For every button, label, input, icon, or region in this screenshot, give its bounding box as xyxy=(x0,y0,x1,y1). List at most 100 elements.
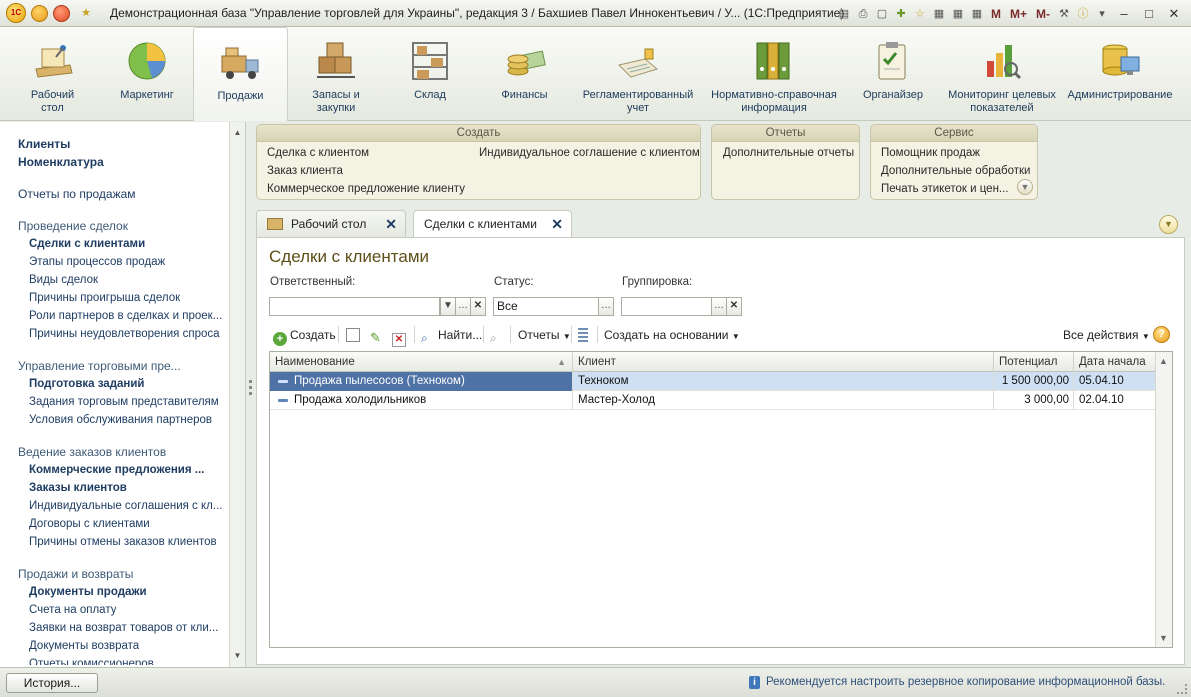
chevron-down-icon[interactable]: ▼ xyxy=(1017,179,1033,195)
create-based-dropdown[interactable]: Создать на основании ▼ xyxy=(604,326,740,344)
nav-item[interactable]: Причины проигрыша сделок xyxy=(29,290,180,306)
section-warehouse[interactable]: Склад xyxy=(384,27,476,121)
section-stock[interactable]: Запасы и закупки xyxy=(288,27,384,121)
nav-item-deals[interactable]: Сделки с клиентами xyxy=(29,236,145,252)
section-administration[interactable]: Администрирование xyxy=(1063,27,1177,121)
column-name-header[interactable]: Наименование ▲ xyxy=(270,352,573,372)
column-date-header[interactable]: Дата начала xyxy=(1074,352,1156,372)
main-menu-button[interactable] xyxy=(31,4,48,22)
nav-item[interactable]: Причины отмены заказов клиентов xyxy=(29,534,217,550)
section-sales[interactable]: Продажи xyxy=(193,27,288,121)
close-all-button[interactable] xyxy=(53,4,70,22)
list-settings-button[interactable] xyxy=(578,326,591,344)
select-button[interactable]: … xyxy=(711,297,727,316)
edit-button[interactable]: ✎ xyxy=(370,326,387,345)
all-actions-dropdown[interactable]: Все действия ▼ xyxy=(1063,326,1150,344)
section-monitoring[interactable]: Мониторинг целевых показателей xyxy=(941,27,1063,121)
cancel-search-button[interactable]: ⌕ xyxy=(490,326,507,345)
print-labels-link[interactable]: Печать этикеток и цен... xyxy=(881,183,1009,195)
add-favorite-icon[interactable]: ✚ xyxy=(893,6,909,22)
close-icon[interactable]: ✕ xyxy=(385,211,397,238)
create-offer-link[interactable]: Коммерческое предложение клиенту xyxy=(267,183,465,195)
clear-icon[interactable]: ✕ xyxy=(726,297,742,316)
reports-dropdown[interactable]: Отчеты ▼ xyxy=(518,326,571,344)
app-logo-icon[interactable]: 1С xyxy=(6,3,26,23)
create-button[interactable]: + Создать xyxy=(273,326,336,346)
help-icon[interactable]: ? xyxy=(1153,326,1170,343)
section-accounting[interactable]: Регламентированный учет xyxy=(573,27,703,121)
dropdown-arrow-icon[interactable]: ▼ xyxy=(440,297,456,316)
calendar-icon[interactable]: ▦ xyxy=(950,6,966,22)
section-finance[interactable]: Финансы xyxy=(476,27,573,121)
close-window-button[interactable]: ✕ xyxy=(1163,5,1185,23)
close-icon[interactable]: ✕ xyxy=(551,211,563,238)
favorites-icon[interactable]: ☆ xyxy=(912,6,928,22)
nav-item[interactable]: Документы продажи xyxy=(29,584,147,600)
calculator-icon[interactable]: ▦ xyxy=(969,6,985,22)
delete-button[interactable]: ✕ xyxy=(392,326,409,347)
column-client-header[interactable]: Клиент xyxy=(573,352,994,372)
responsible-field[interactable] xyxy=(269,297,440,316)
section-organizer[interactable]: Органайзер xyxy=(845,27,941,121)
nav-item[interactable]: Роли партнеров в сделках и проек... xyxy=(29,308,222,324)
nav-item[interactable]: Счета на оплату xyxy=(29,602,116,618)
preview-icon[interactable]: ▢ xyxy=(874,6,890,22)
resize-grip[interactable] xyxy=(1177,684,1187,694)
extra-reports-link[interactable]: Дополнительные отчеты xyxy=(723,147,854,159)
nav-clients[interactable]: Клиенты xyxy=(18,136,70,152)
tabs-menu-icon[interactable]: ▼ xyxy=(1159,215,1178,234)
status-field[interactable]: Все xyxy=(493,297,599,316)
select-button[interactable]: … xyxy=(598,297,614,316)
nav-item[interactable]: Отчеты комиссионеров xyxy=(29,656,154,665)
create-agreement-link[interactable]: Индивидуальное соглашение с клиентом xyxy=(479,147,700,159)
tab-client-deals[interactable]: Сделки с клиентами ✕ xyxy=(413,210,572,239)
scroll-down-icon[interactable]: ▼ xyxy=(232,651,243,661)
nav-item[interactable]: Условия обслуживания партнеров xyxy=(29,412,212,428)
table-row[interactable]: Продажа пылесосов (Техноком) Техноком 1 … xyxy=(270,372,1156,391)
minimize-button[interactable]: – xyxy=(1113,5,1135,23)
history-icon[interactable]: ▦ xyxy=(931,6,947,22)
tab-desktop[interactable]: Рабочий стол ✕ xyxy=(256,210,406,238)
section-marketing[interactable]: Маркетинг xyxy=(101,27,193,121)
clear-icon[interactable]: ✕ xyxy=(470,297,486,316)
select-button[interactable]: … xyxy=(455,297,471,316)
create-deal-link[interactable]: Сделка с клиентом xyxy=(267,147,369,159)
table-scrollbar[interactable]: ▲ ▼ xyxy=(1155,352,1172,647)
favorites-star-icon[interactable]: ★ xyxy=(78,5,94,21)
extra-processing-link[interactable]: Дополнительные обработки xyxy=(881,165,1030,177)
copy-button[interactable] xyxy=(346,326,363,344)
info-icon[interactable]: ⓘ xyxy=(1075,6,1091,22)
find-button[interactable]: ⌕ Найти... xyxy=(421,326,482,345)
panel-splitter[interactable] xyxy=(247,122,256,667)
nav-nomenclature[interactable]: Номенклатура xyxy=(18,154,104,170)
save-icon[interactable]: ▤ xyxy=(836,6,852,22)
nav-scrollbar[interactable]: ▲ ▼ xyxy=(229,122,245,667)
sales-assistant-link[interactable]: Помощник продаж xyxy=(881,147,980,159)
grouping-field[interactable] xyxy=(621,297,712,316)
scroll-up-icon[interactable]: ▲ xyxy=(1159,356,1168,366)
backup-notice-link[interactable]: Рекомендуется настроить резервное копиро… xyxy=(766,676,1165,688)
scroll-down-icon[interactable]: ▼ xyxy=(1159,633,1168,643)
table-row[interactable]: Продажа холодильников Мастер-Холод 3 000… xyxy=(270,391,1156,410)
nav-item[interactable]: Задания торговым представителям xyxy=(29,394,219,410)
create-order-link[interactable]: Заказ клиента xyxy=(267,165,343,177)
nav-sales-reports[interactable]: Отчеты по продажам xyxy=(18,186,136,202)
nav-item[interactable]: Этапы процессов продаж xyxy=(29,254,165,270)
mem-mminus-button[interactable]: M- xyxy=(1033,7,1053,21)
scroll-up-icon[interactable]: ▲ xyxy=(232,128,243,138)
print-icon[interactable]: ⎙ xyxy=(855,6,871,22)
nav-item[interactable]: Коммерческие предложения ... xyxy=(29,462,204,478)
section-desktop[interactable]: Рабочий стол xyxy=(4,27,101,121)
column-potential-header[interactable]: Потенциал xyxy=(994,352,1074,372)
nav-item[interactable]: Индивидуальные соглашения с кл... xyxy=(29,498,222,514)
nav-item[interactable]: Причины неудовлетворения спроса xyxy=(29,326,220,342)
nav-item[interactable]: Документы возврата xyxy=(29,638,139,654)
history-button[interactable]: История... xyxy=(6,673,98,693)
nav-item[interactable]: Договоры с клиентами xyxy=(29,516,150,532)
section-reference[interactable]: Нормативно-справочная информация xyxy=(703,27,845,121)
nav-item[interactable]: Заявки на возврат товаров от кли... xyxy=(29,620,218,636)
nav-item[interactable]: Подготовка заданий xyxy=(29,376,144,392)
mem-mplus-button[interactable]: M+ xyxy=(1007,7,1030,21)
mem-m-button[interactable]: M xyxy=(988,7,1004,21)
maximize-button[interactable]: □ xyxy=(1138,5,1160,23)
